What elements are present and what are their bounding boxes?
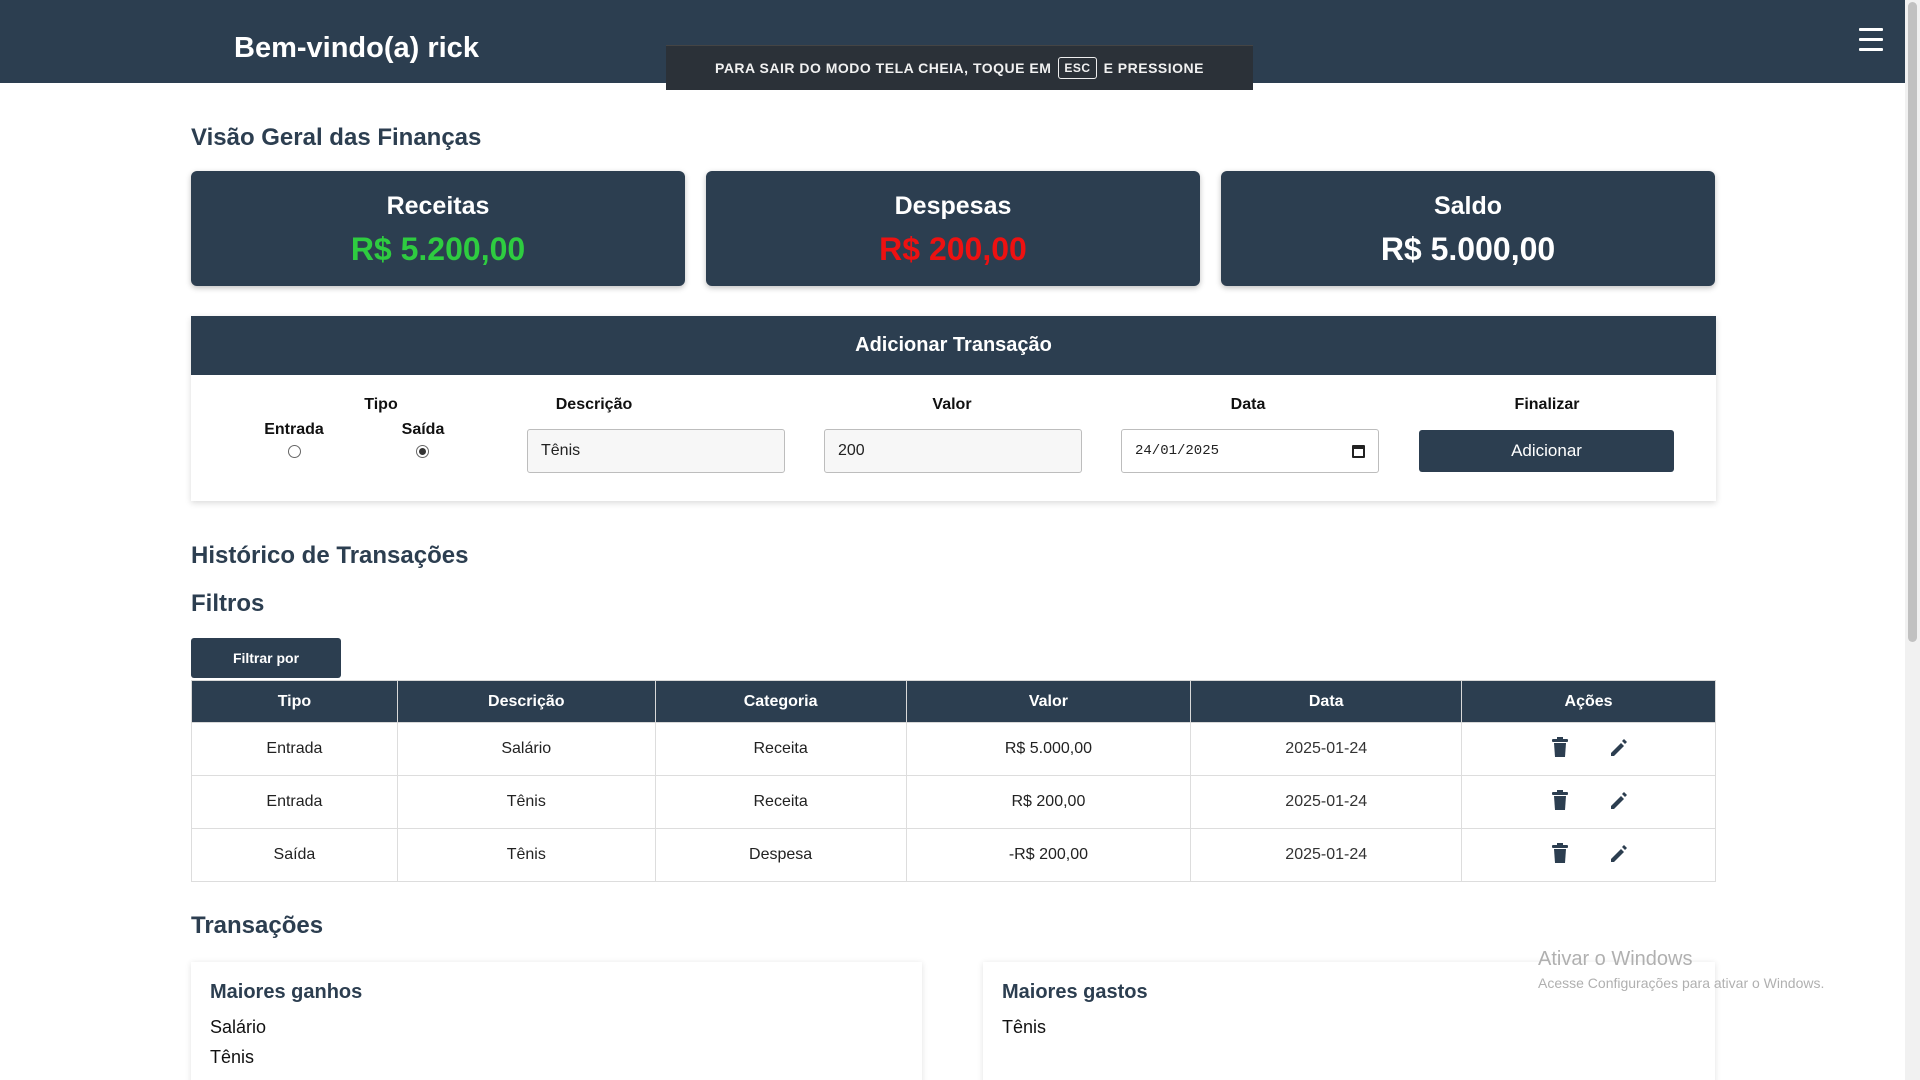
cell-data: 2025-01-24 (1190, 828, 1463, 882)
cell-categoria: Receita (654, 722, 907, 776)
list-item: Salário (210, 1017, 267, 1037)
watermark-line2: Acesse Configurações para ativar o Windo… (1538, 975, 1825, 991)
list-item: Tênis (210, 1047, 255, 1067)
cell-valor: R$ 200,00 (905, 775, 1192, 829)
page-scrollbar[interactable] (1905, 0, 1920, 1080)
cell-data: 2025-01-24 (1190, 775, 1463, 829)
welcome-title: Bem-vindo(a) rick (234, 32, 479, 64)
trash-icon[interactable] (1551, 789, 1569, 810)
cell-acoes (1461, 722, 1716, 776)
history-title: Histórico de Transações (191, 542, 469, 569)
banner-text-after: E PRESSIONE (1103, 60, 1204, 76)
date-input[interactable]: 24/01/2025 (1121, 429, 1379, 473)
table-row: Saída Tênis Despesa -R$ 200,00 2025-01-2… (191, 828, 1716, 882)
cell-descricao: Tênis (396, 828, 656, 882)
income-card: Receitas R$ 5.200,00 (191, 171, 685, 286)
scrollbar-thumb[interactable] (1908, 2, 1917, 642)
filters-title: Filtros (191, 590, 265, 617)
cell-valor: R$ 5.000,00 (905, 722, 1192, 776)
radio-saida[interactable] (416, 445, 429, 458)
overview-title: Visão Geral das Finanças (191, 124, 482, 151)
value-input[interactable]: 200 (824, 429, 1082, 473)
top-gains-card: Maiores ganhos Salário Tênis (191, 962, 922, 1080)
col-header-data: Data (1190, 680, 1463, 723)
esc-key-label: ESC (1058, 57, 1097, 79)
radio-entrada[interactable] (288, 445, 301, 458)
col-header-valor: Valor (905, 680, 1192, 723)
pencil-icon[interactable] (1609, 737, 1627, 757)
balance-card: Saldo R$ 5.000,00 (1221, 171, 1715, 286)
trash-icon[interactable] (1551, 842, 1569, 863)
cell-acoes (1461, 828, 1716, 882)
top-expenses-title: Maiores gastos (1002, 981, 1148, 1003)
type-label: Tipo (364, 396, 398, 413)
description-label: Descrição (555, 396, 633, 413)
income-amount: R$ 5.200,00 (350, 231, 526, 267)
fullscreen-exit-banner: PARA SAIR DO MODO TELA CHEIA, TOQUE EM E… (666, 45, 1253, 90)
cell-valor: -R$ 200,00 (905, 828, 1192, 882)
table-row: Entrada Salário Receita R$ 5.000,00 2025… (191, 722, 1716, 776)
col-header-acoes: Ações (1461, 680, 1716, 723)
expenses-amount: R$ 200,00 (879, 231, 1027, 267)
value-label: Valor (932, 396, 972, 413)
table-row: Entrada Tênis Receita R$ 200,00 2025-01-… (191, 775, 1716, 829)
col-header-descricao: Descrição (396, 680, 656, 723)
income-label: Receitas (386, 192, 490, 220)
cell-acoes (1461, 775, 1716, 829)
balance-amount: R$ 5.000,00 (1380, 231, 1556, 267)
description-input[interactable]: Tênis (527, 429, 785, 473)
pencil-icon[interactable] (1609, 790, 1627, 810)
table-header-row: Tipo Descrição Categoria Valor Data Açõe… (191, 680, 1716, 723)
pencil-icon[interactable] (1609, 843, 1627, 863)
watermark-line1: Ativar o Windows (1538, 948, 1693, 970)
radio-entrada-label: Entrada (264, 421, 324, 438)
calendar-icon[interactable] (1352, 445, 1365, 458)
date-value: 24/01/2025 (1135, 443, 1220, 459)
add-button[interactable]: Adicionar (1419, 430, 1674, 472)
col-header-tipo: Tipo (191, 680, 398, 723)
transactions-title: Transações (191, 912, 324, 939)
list-item: Tênis (1002, 1017, 1047, 1037)
windows-activation-watermark: Ativar o Windows Acesse Configurações pa… (1538, 948, 1824, 991)
add-transaction-title: Adicionar Transação (191, 316, 1716, 375)
finalize-label: Finalizar (1514, 396, 1580, 413)
trash-icon[interactable] (1551, 736, 1569, 757)
cell-tipo: Saída (191, 828, 398, 882)
cell-tipo: Entrada (191, 775, 398, 829)
cell-tipo: Entrada (191, 722, 398, 776)
top-gains-title: Maiores ganhos (210, 981, 363, 1003)
expenses-card: Despesas R$ 200,00 (706, 171, 1200, 286)
date-label: Data (1230, 396, 1266, 413)
cell-data: 2025-01-24 (1190, 722, 1463, 776)
filter-by-button[interactable]: Filtrar por (191, 638, 341, 678)
cell-descricao: Tênis (396, 775, 656, 829)
hamburger-menu-icon[interactable] (1859, 28, 1883, 54)
cell-categoria: Despesa (654, 828, 907, 882)
add-transaction-panel: Adicionar Transação Tipo Entrada Saída D… (191, 316, 1716, 501)
cell-descricao: Salário (396, 722, 656, 776)
radio-saida-label: Saída (401, 421, 445, 438)
transactions-table: Tipo Descrição Categoria Valor Data Açõe… (191, 680, 1716, 882)
col-header-categoria: Categoria (654, 680, 907, 723)
balance-label: Saldo (1433, 192, 1503, 220)
expenses-label: Despesas (894, 192, 1012, 220)
cell-categoria: Receita (654, 775, 907, 829)
banner-text-before: PARA SAIR DO MODO TELA CHEIA, TOQUE EM (715, 60, 1052, 76)
